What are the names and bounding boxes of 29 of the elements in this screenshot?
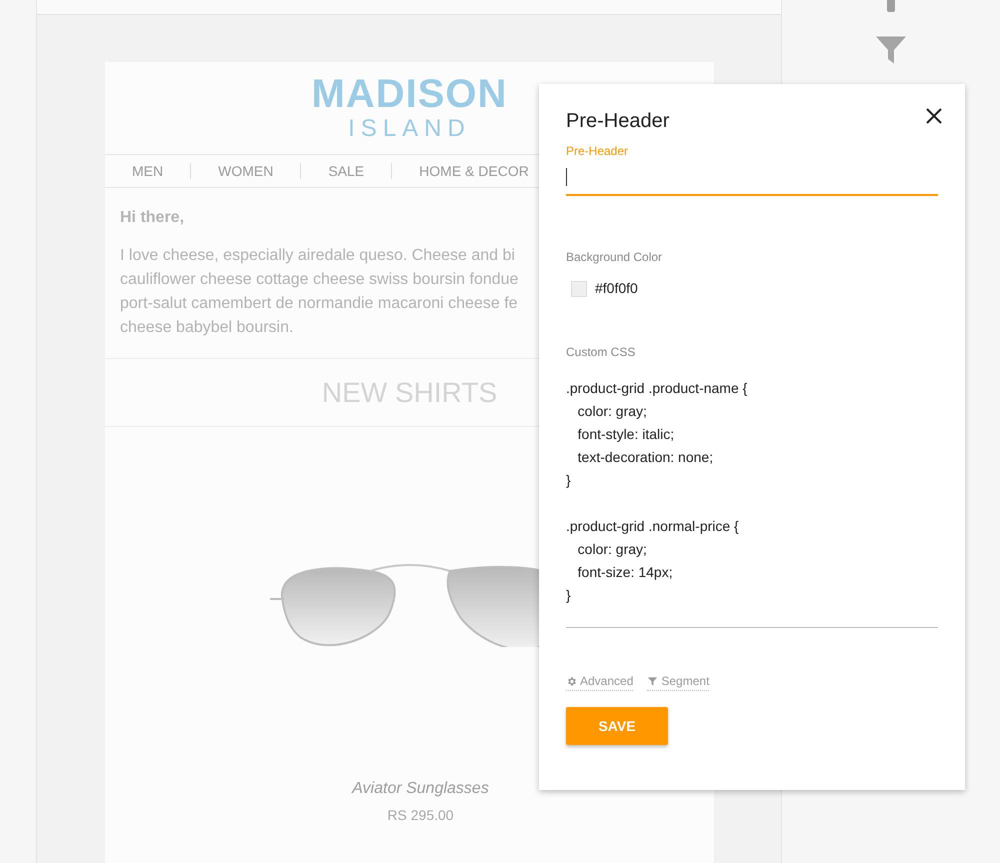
paragraph-line: port-salut camembert de normandie macaroni cheese fe (120, 294, 518, 314)
nav-link[interactable]: SALE (328, 160, 364, 182)
bar-icon[interactable] (887, 0, 895, 12)
option-link[interactable]: Segment (647, 672, 710, 691)
option-link[interactable]: Advanced (566, 672, 634, 691)
product-name: Aviator Sunglasses (352, 779, 489, 799)
field-label: Background Color (566, 249, 664, 266)
nav-link[interactable]: HOME & DECOR (419, 160, 529, 182)
gear-icon (566, 676, 577, 686)
close-icon (925, 107, 943, 125)
dialog-title: Pre-Header (566, 109, 670, 134)
color-swatch[interactable] (571, 280, 587, 296)
logo-subtitle: ISLAND (348, 116, 471, 142)
field-label: Pre-Header (566, 143, 630, 160)
nav-link[interactable]: WOMEN (218, 160, 274, 182)
option-link-label: Advanced (580, 673, 634, 690)
funnel-icon (647, 676, 658, 686)
paragraph-line: cheese babybel boursin. (120, 318, 294, 338)
paragraph-line: I love cheese, especially airedale queso. Cheese and bi (120, 246, 515, 266)
save-button[interactable]: SAVE (566, 707, 668, 745)
product-price: RS 295.00 (387, 806, 454, 825)
color-value: #f0f0f0 (595, 279, 638, 298)
css-editor[interactable]: .product-grid .product-name { color: gray; font-style: italic; text-decoration: none; } .product-grid .normal-price { color: gray; font-size: 14px; } (566, 377, 938, 628)
greeting: Hi there, (120, 208, 186, 228)
field-label: Custom CSS (566, 344, 636, 361)
option-link-label: Segment (661, 673, 710, 690)
logo-title: MADISON (312, 72, 508, 116)
nav-link[interactable]: MEN (132, 160, 164, 182)
paragraph-line: cauliflower cheese cottage cheese swiss boursin fondue (120, 270, 518, 290)
